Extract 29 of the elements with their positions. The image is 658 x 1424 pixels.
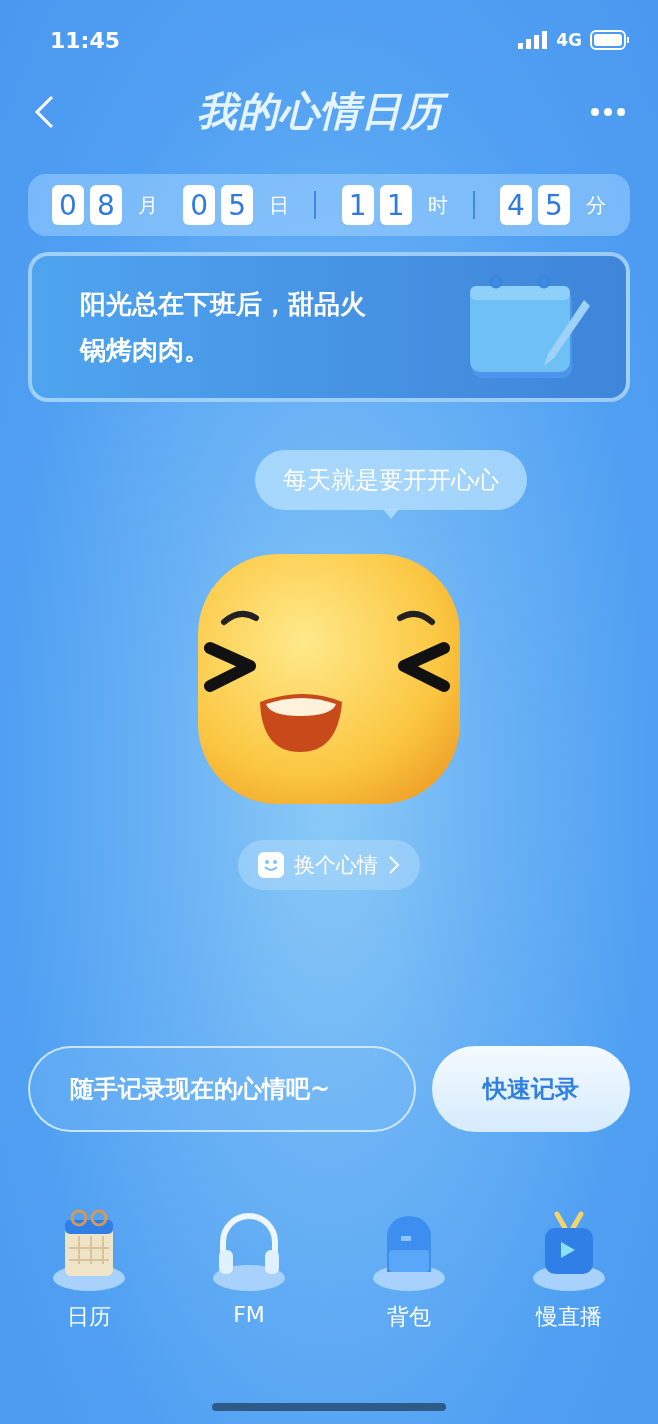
dock-item[interactable]: FM bbox=[189, 1206, 309, 1332]
date-unit: 月 bbox=[138, 191, 158, 219]
dock-item[interactable]: 慢直播 bbox=[509, 1206, 629, 1332]
quick-record-button[interactable]: 快速记录 bbox=[432, 1046, 630, 1132]
page-title: 我的心情日历 bbox=[193, 83, 453, 141]
date-unit: 时 bbox=[427, 191, 448, 219]
date-unit: 日 bbox=[269, 191, 290, 219]
digit-tile: 8 bbox=[90, 185, 122, 225]
digit-tile: 4 bbox=[499, 185, 532, 225]
digit-tile: 0 bbox=[183, 185, 216, 225]
network-label: 4G bbox=[556, 30, 582, 50]
note-text: 阳光总在下班后，甜品火锅烤肉肉。 bbox=[80, 288, 367, 367]
digit-tile: 1 bbox=[341, 185, 374, 225]
smiley-icon bbox=[258, 852, 284, 878]
mood-input-field[interactable]: 随手记录现在的心情吧~ bbox=[28, 1046, 416, 1132]
chevron-right-icon bbox=[388, 855, 400, 875]
battery-icon bbox=[590, 30, 630, 50]
date-unit: 分 bbox=[585, 191, 606, 219]
status-time: 11:45 bbox=[50, 27, 121, 53]
dock-item[interactable]: 日历 bbox=[29, 1206, 149, 1332]
signal-icon bbox=[518, 31, 549, 49]
dock-item[interactable]: 背包 bbox=[349, 1206, 469, 1332]
digit-tile: 0 bbox=[52, 185, 84, 225]
change-mood-button[interactable]: 换个心情 bbox=[238, 840, 420, 890]
more-icon bbox=[590, 107, 626, 117]
digit-tile: 1 bbox=[379, 185, 412, 225]
digit-tile: 5 bbox=[537, 185, 570, 225]
bubble-text: 每天就是要开开心心 bbox=[283, 466, 499, 494]
digit-tile: 5 bbox=[221, 185, 254, 225]
